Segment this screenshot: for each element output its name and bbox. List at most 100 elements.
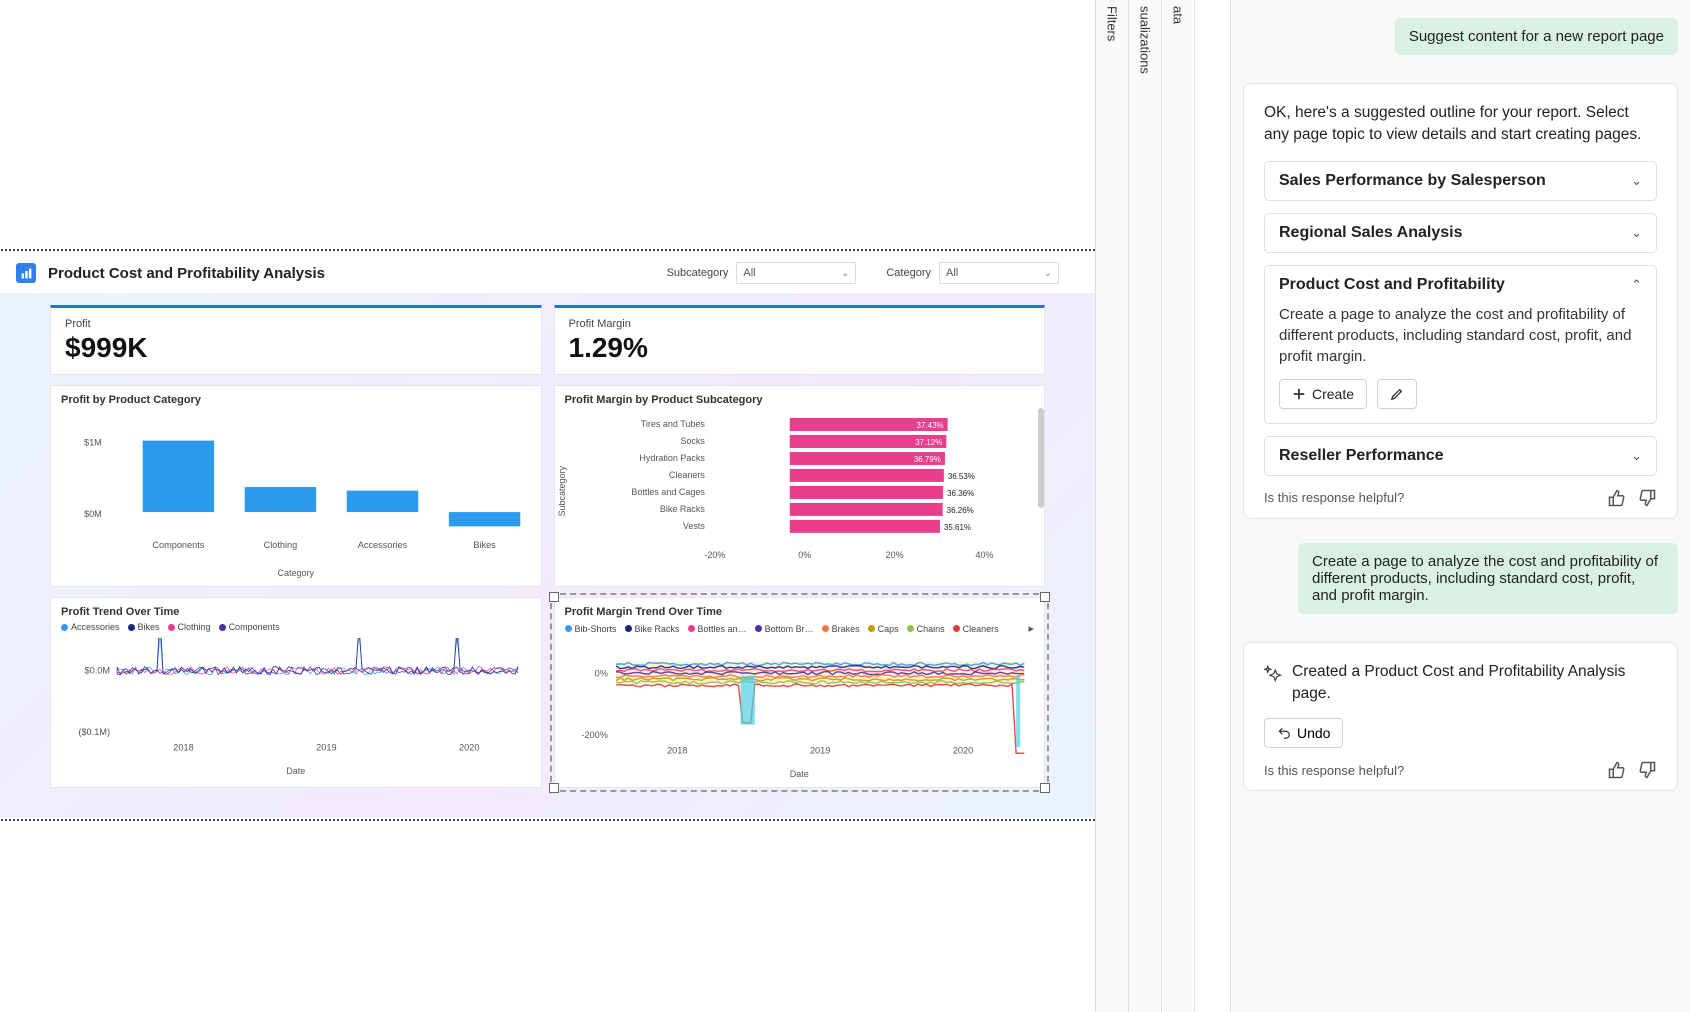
slicer-dropdown-subcategory[interactable]: All ⌄ bbox=[736, 262, 856, 284]
feedback-prompt: Is this response helpful? bbox=[1264, 490, 1404, 505]
chevron-down-icon: ⌄ bbox=[1044, 268, 1052, 279]
suggestion-product-cost[interactable]: Product Cost and Profitability⌃ Create a… bbox=[1264, 265, 1657, 424]
svg-text:-200%: -200% bbox=[581, 730, 608, 740]
slicer-label: Category bbox=[886, 267, 931, 279]
svg-text:2018: 2018 bbox=[667, 745, 687, 755]
svg-text:2019: 2019 bbox=[316, 742, 336, 752]
pane-filters[interactable]: Filters bbox=[1096, 0, 1129, 1012]
line-chart-svg: 0% -200% 2018 2019 2020 bbox=[565, 641, 1035, 763]
svg-text:2020: 2020 bbox=[952, 745, 972, 755]
chart-title: Profit Trend Over Time bbox=[61, 606, 531, 618]
kpi-profit[interactable]: Profit $999K bbox=[50, 305, 542, 375]
canvas-blank-area bbox=[0, 0, 1095, 248]
svg-text:2020: 2020 bbox=[459, 742, 479, 752]
kpi-title: Profit Margin bbox=[569, 318, 1031, 330]
page-title: Product Cost and Profitability Analysis bbox=[48, 265, 325, 282]
svg-text:37.12%: 37.12% bbox=[915, 438, 942, 447]
collapsed-panes: Filters sualizations ata bbox=[1095, 0, 1230, 1012]
svg-text:36.53%: 36.53% bbox=[947, 472, 974, 481]
svg-text:Tires and Tubes: Tires and Tubes bbox=[640, 419, 705, 429]
ai-intro-text: OK, here's a suggested outline for your … bbox=[1264, 102, 1657, 147]
thumbs-down-icon[interactable] bbox=[1637, 488, 1657, 508]
suggestion-regional-sales[interactable]: Regional Sales Analysis⌄ bbox=[1264, 213, 1657, 253]
chart-legend: Bib-ShortsBike RacksBottles an…Bottom Br… bbox=[565, 622, 1035, 635]
pane-data[interactable]: ata bbox=[1162, 0, 1195, 1012]
y-axis-label: Subcategory bbox=[557, 466, 567, 517]
pane-visualizations[interactable]: sualizations bbox=[1129, 0, 1162, 1012]
thumbs-down-icon[interactable] bbox=[1637, 760, 1657, 780]
ai-created-card: Created a Product Cost and Profitability… bbox=[1243, 642, 1678, 791]
chart-title: Profit Margin by Product Subcategory bbox=[565, 394, 1035, 406]
svg-text:Components: Components bbox=[152, 540, 204, 550]
chart-legend: AccessoriesBikesClothingComponents bbox=[61, 622, 531, 632]
undo-button[interactable]: Undo bbox=[1264, 718, 1343, 748]
x-axis-label: Date bbox=[565, 769, 1035, 779]
chart-profit-margin-subcategory[interactable]: Profit Margin by Product Subcategory Sub… bbox=[554, 385, 1046, 587]
svg-text:Vests: Vests bbox=[682, 521, 704, 531]
report-canvas: Product Cost and Profitability Analysis … bbox=[0, 0, 1095, 1012]
svg-text:20%: 20% bbox=[885, 550, 903, 560]
copilot-pane: Suggest content for a new report page OK… bbox=[1230, 0, 1690, 1012]
svg-text:40%: 40% bbox=[975, 550, 993, 560]
ai-response-card: OK, here's a suggested outline for your … bbox=[1243, 83, 1678, 519]
svg-text:Cleaners: Cleaners bbox=[668, 470, 704, 480]
suggestion-sales-performance[interactable]: Sales Performance by Salesperson⌄ bbox=[1264, 161, 1657, 201]
chart-scrollbar[interactable] bbox=[1038, 408, 1044, 508]
bar-chart-svg: $1M $0M ComponentsClothingAccessoriesBik… bbox=[61, 410, 531, 563]
chevron-down-icon: ⌄ bbox=[1631, 225, 1642, 241]
report-page: Product Cost and Profitability Analysis … bbox=[0, 253, 1095, 818]
edit-button[interactable] bbox=[1377, 379, 1417, 409]
svg-text:$0.0M: $0.0M bbox=[85, 666, 111, 676]
slicer-subcategory: Subcategory All ⌄ bbox=[667, 262, 857, 284]
chart-profit-by-category[interactable]: Profit by Product Category $1M $0M Compo… bbox=[50, 385, 542, 587]
svg-text:37.43%: 37.43% bbox=[916, 421, 943, 430]
svg-text:0%: 0% bbox=[594, 669, 607, 679]
svg-text:36.26%: 36.26% bbox=[946, 506, 973, 515]
chart-profit-margin-trend[interactable]: Profit Margin Trend Over Time Bib-Shorts… bbox=[554, 597, 1046, 787]
slicer-label: Subcategory bbox=[667, 267, 729, 279]
kpi-title: Profit bbox=[65, 318, 527, 330]
svg-text:Hydration Packs: Hydration Packs bbox=[639, 453, 705, 463]
sparkle-icon bbox=[1264, 664, 1282, 682]
kpi-profit-margin[interactable]: Profit Margin 1.29% bbox=[554, 305, 1046, 375]
svg-text:$1M: $1M bbox=[84, 438, 102, 448]
chart-title: Profit by Product Category bbox=[61, 394, 531, 406]
feedback-prompt: Is this response helpful? bbox=[1264, 763, 1404, 778]
svg-text:2019: 2019 bbox=[809, 745, 829, 755]
pencil-icon bbox=[1390, 387, 1404, 401]
thumbs-up-icon[interactable] bbox=[1607, 488, 1627, 508]
svg-text:Socks: Socks bbox=[680, 436, 705, 446]
hbar-chart-svg: Tires and Tubes 37.43% Socks 37.12% Hydratio… bbox=[565, 410, 1035, 565]
svg-text:2018: 2018 bbox=[173, 742, 193, 752]
svg-text:0%: 0% bbox=[798, 550, 811, 560]
chevron-up-icon: ⌃ bbox=[1631, 277, 1642, 293]
svg-text:($0.1M): ($0.1M) bbox=[78, 727, 110, 737]
chart-title: Profit Margin Trend Over Time bbox=[565, 606, 1035, 618]
suggestion-description: Create a page to analyze the cost and pr… bbox=[1279, 306, 1631, 365]
svg-text:Bike Racks: Bike Racks bbox=[659, 504, 704, 514]
svg-text:$0M: $0M bbox=[84, 509, 102, 519]
report-header: Product Cost and Profitability Analysis … bbox=[0, 253, 1095, 293]
thumbs-up-icon[interactable] bbox=[1607, 760, 1627, 780]
undo-icon bbox=[1277, 726, 1291, 740]
svg-text:-20%: -20% bbox=[704, 550, 725, 560]
svg-text:36.79%: 36.79% bbox=[913, 455, 940, 464]
user-message: Suggest content for a new report page bbox=[1395, 18, 1678, 55]
suggestion-reseller-performance[interactable]: Reseller Performance⌄ bbox=[1264, 436, 1657, 476]
user-message: Create a page to analyze the cost and pr… bbox=[1298, 543, 1678, 614]
chevron-down-icon: ⌄ bbox=[1631, 448, 1642, 464]
create-button[interactable]: Create bbox=[1279, 379, 1367, 409]
kpi-value: $999K bbox=[65, 332, 527, 364]
svg-text:Bottles and Cages: Bottles and Cages bbox=[631, 487, 705, 497]
kpi-value: 1.29% bbox=[569, 332, 1031, 364]
x-axis-label: Date bbox=[61, 766, 531, 776]
slicer-dropdown-category[interactable]: All ⌄ bbox=[939, 262, 1059, 284]
page-separator bbox=[0, 818, 1095, 823]
svg-text:Clothing: Clothing bbox=[264, 540, 298, 550]
chart-profit-trend[interactable]: Profit Trend Over Time AccessoriesBikesC… bbox=[50, 597, 542, 787]
svg-text:35.61%: 35.61% bbox=[943, 523, 970, 532]
report-chart-icon bbox=[16, 263, 36, 283]
svg-text:Bikes: Bikes bbox=[473, 540, 496, 550]
slicer-category: Category All ⌄ bbox=[886, 262, 1059, 284]
line-chart-svg: $0.0M ($0.1M) 2018 2019 2020 bbox=[61, 638, 531, 760]
